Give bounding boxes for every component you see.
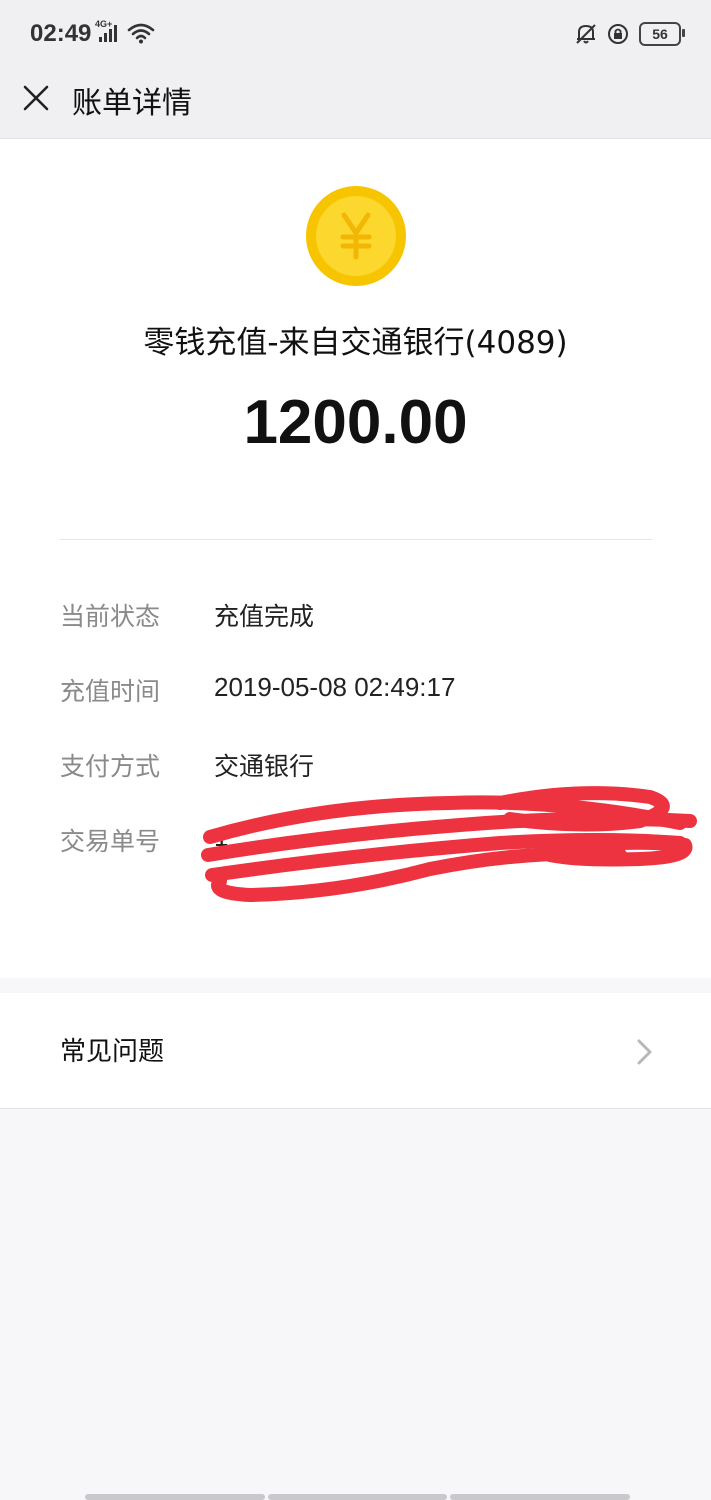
battery-level: 56 bbox=[652, 26, 668, 42]
detail-value: 2019-05-08 02:49:17 bbox=[214, 672, 456, 702]
detail-key: 当前状态 bbox=[60, 602, 161, 631]
divider bbox=[60, 539, 652, 540]
chevron-right-icon bbox=[637, 1039, 652, 1065]
nav-bar: 账单详情 bbox=[0, 70, 711, 139]
detail-value: 1 bbox=[214, 822, 229, 852]
yuan-coin-icon bbox=[306, 186, 406, 286]
detail-key: 支付方式 bbox=[60, 752, 161, 781]
status-time: 02:49 bbox=[30, 20, 92, 47]
detail-value: 充值完成 bbox=[214, 602, 315, 631]
rotation-lock-icon bbox=[607, 22, 629, 46]
transaction-title: 零钱充值-来自交通银行(4089) bbox=[143, 325, 568, 361]
close-icon bbox=[23, 85, 49, 111]
detail-key: 充值时间 bbox=[60, 677, 161, 706]
status-bar: 02:49 4G+ 56 bbox=[0, 0, 711, 70]
wifi-icon bbox=[127, 22, 155, 44]
signal-icon: 4G+ bbox=[95, 19, 121, 44]
page-title: 账单详情 bbox=[72, 86, 192, 121]
close-button[interactable] bbox=[18, 80, 54, 116]
bell-off-icon bbox=[575, 22, 597, 46]
battery-icon: 56 bbox=[639, 22, 685, 46]
faq-label: 常见问题 bbox=[60, 1037, 165, 1067]
detail-key: 交易单号 bbox=[60, 827, 161, 856]
home-indicator[interactable] bbox=[85, 1494, 631, 1500]
bill-detail-card: 零钱充值-来自交通银行(4089) 1200.00 当前状态 充值完成 充值时间… bbox=[0, 139, 711, 978]
detail-value: 交通银行 bbox=[214, 752, 315, 781]
transaction-amount: 1200.00 bbox=[243, 388, 468, 457]
faq-item[interactable]: 常见问题 bbox=[0, 993, 711, 1109]
